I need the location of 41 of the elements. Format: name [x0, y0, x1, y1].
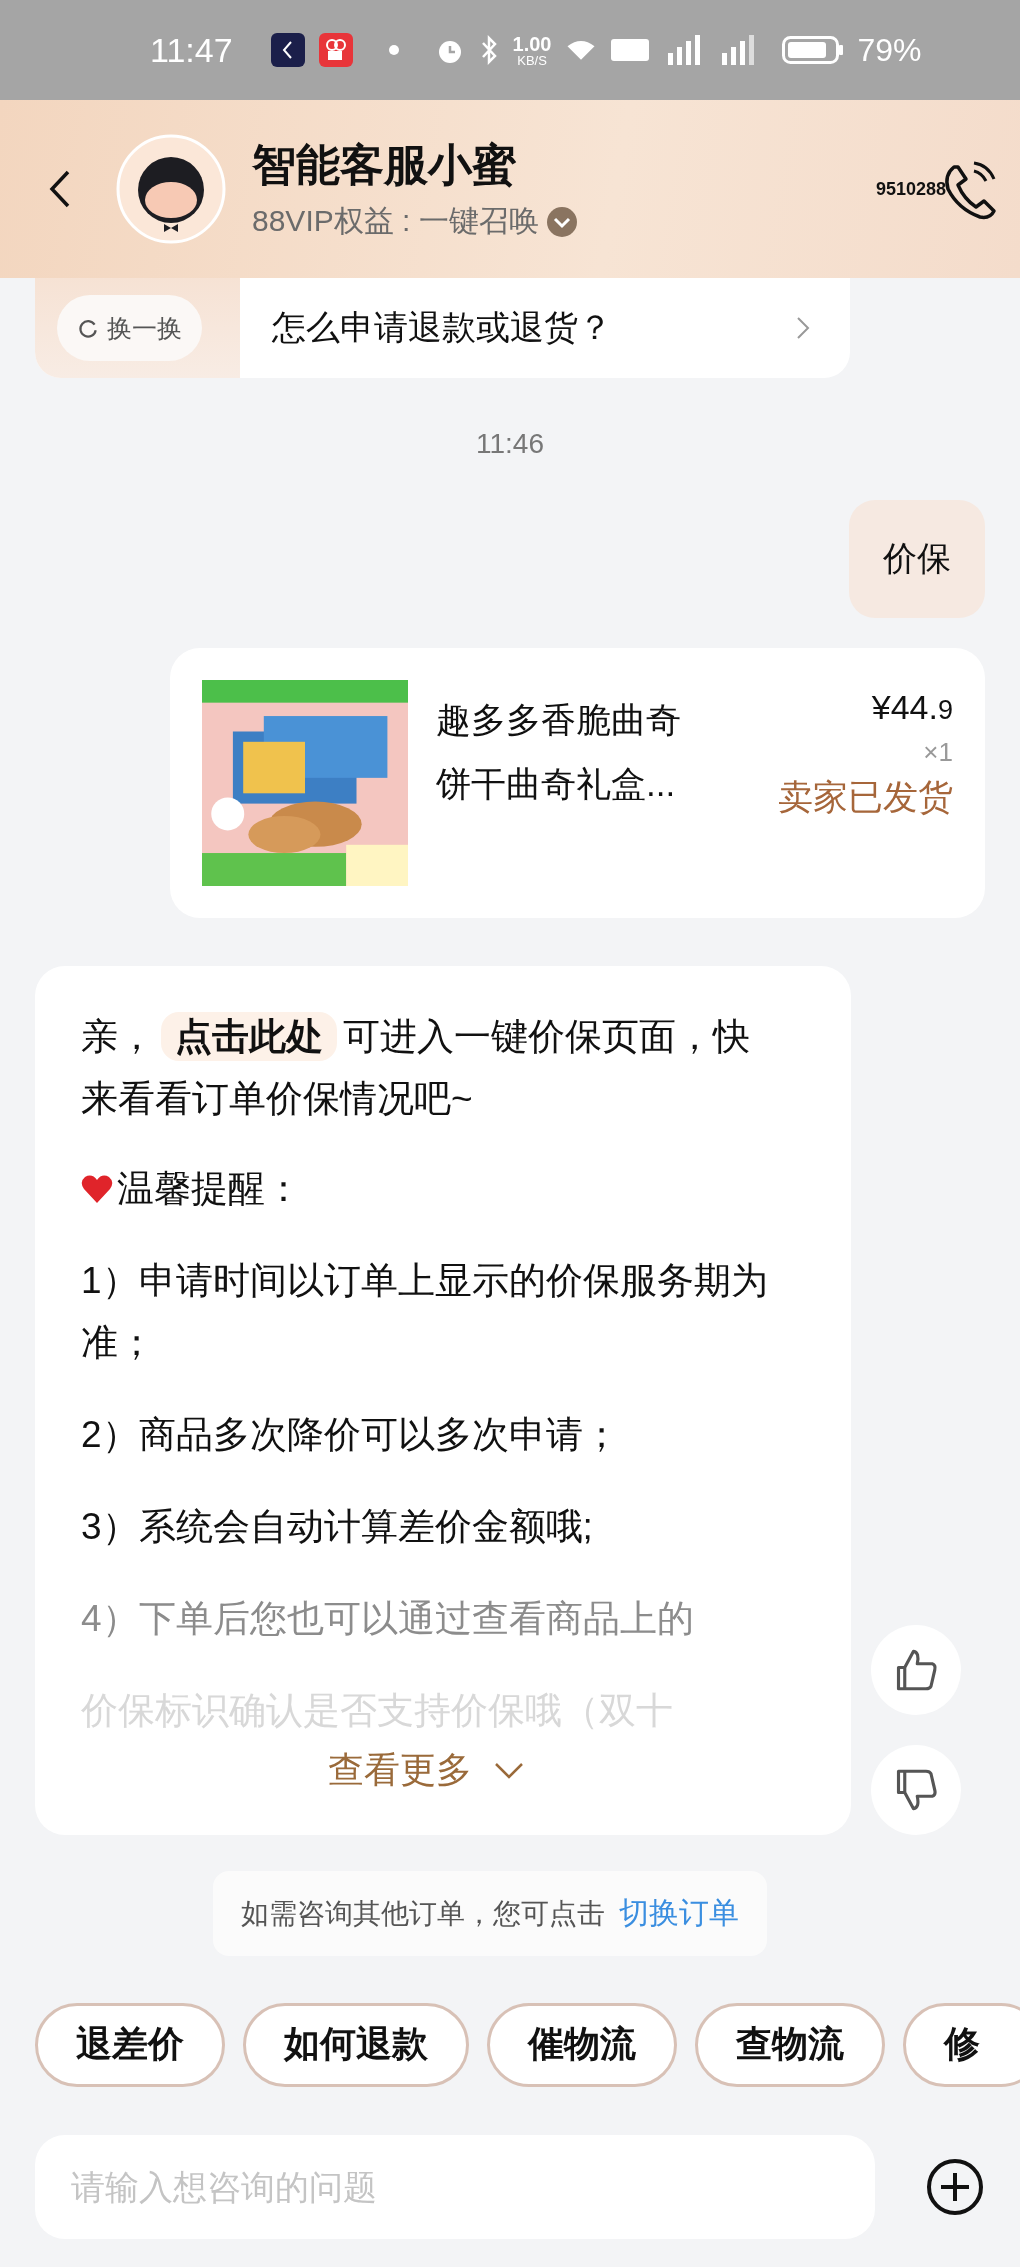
refresh-icon — [77, 317, 99, 339]
order-status: 卖家已发货 — [778, 776, 953, 818]
reminder-item: 4）下单后您也可以通过查看商品上的 — [81, 1597, 695, 1641]
video-app-icon — [318, 33, 353, 67]
chevron-down-icon — [494, 1761, 524, 1780]
notice-text: 如需咨询其他订单，您可点击 — [241, 1896, 605, 1931]
quick-reply-chip[interactable]: 催物流 — [487, 2002, 677, 2087]
chevron-right-icon[interactable] — [796, 316, 810, 340]
notification-dot-icon — [388, 45, 399, 55]
quick-reply-chip[interactable]: 查物流 — [695, 2002, 885, 2087]
show-more-button[interactable]: 查看更多 — [328, 1746, 524, 1795]
reminder-item: 3）系统会自动计算差价金额哦; — [81, 1505, 594, 1549]
order-card[interactable]: 趣多多香脆曲奇 饼干曲奇礼盒... ¥44.9 ×1 卖家已发货 — [170, 648, 985, 918]
refresh-button[interactable]: 换一换 — [57, 295, 202, 361]
vip-benefit-label: 88VIP权益 : 一键召唤 — [252, 203, 539, 239]
heart-icon — [81, 1174, 113, 1204]
dropdown-icon[interactable] — [546, 206, 577, 237]
network-speed: 1.00 KB/S — [512, 33, 552, 67]
plus-icon[interactable] — [925, 2157, 985, 2217]
battery-icon — [781, 36, 844, 64]
quick-reply-chip[interactable]: 如何退款 — [243, 2002, 469, 2087]
hotline-number[interactable]: 9510288 — [875, 178, 946, 200]
reminder-item: 2）商品多次降价可以多次申请； — [81, 1413, 621, 1457]
product-price: ¥44.9 — [871, 688, 953, 727]
app-icon — [270, 33, 305, 67]
product-name: 趣多多香脆曲奇 饼干曲奇礼盒... — [436, 700, 681, 803]
message-time: 11:46 — [476, 428, 544, 460]
status-time: 11:47 — [150, 30, 233, 70]
battery-percent: 79% — [857, 31, 922, 69]
message-input[interactable]: 请输入想咨询的问题 — [35, 2135, 875, 2239]
reminder-title: 温馨提醒： — [117, 1167, 302, 1211]
product-quantity: ×1 — [923, 737, 953, 768]
agent-name: 智能客服小蜜 — [252, 139, 517, 191]
back-icon[interactable] — [48, 169, 72, 209]
reminder-item: 1）申请时间以订单上显示的价保服务期为准； — [81, 1259, 769, 1365]
user-message: 价保 — [849, 500, 985, 618]
quick-reply-chip[interactable]: 修 — [903, 2002, 1020, 2087]
price-protect-link[interactable]: 点击此处 — [161, 1012, 337, 1061]
suggested-question[interactable]: 怎么申请退款或退货？ — [272, 305, 796, 351]
quick-reply-chip[interactable]: 退差价 — [35, 2002, 225, 2087]
message-paragraph: 亲， 点击此处 可进入一键价保页面，快来看看订单价保情况吧~ — [81, 1006, 771, 1130]
